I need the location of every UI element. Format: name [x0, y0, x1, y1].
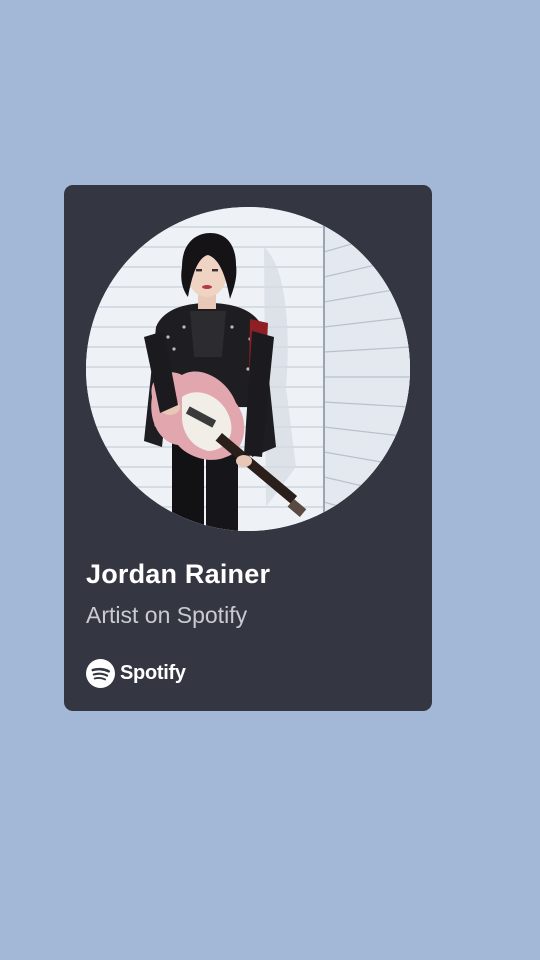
spotify-brand[interactable]: Spotify — [86, 659, 186, 688]
artist-subtitle: Artist on Spotify — [86, 602, 248, 628]
artist-name[interactable]: Jordan Rainer — [86, 559, 270, 590]
spotify-icon — [86, 659, 115, 688]
spotify-wordmark: Spotify — [120, 662, 186, 684]
artist-photo-illustration — [86, 207, 410, 531]
artist-photo[interactable] — [86, 207, 410, 531]
artist-card[interactable]: Jordan Rainer Artist on Spotify Spotify — [64, 185, 432, 711]
